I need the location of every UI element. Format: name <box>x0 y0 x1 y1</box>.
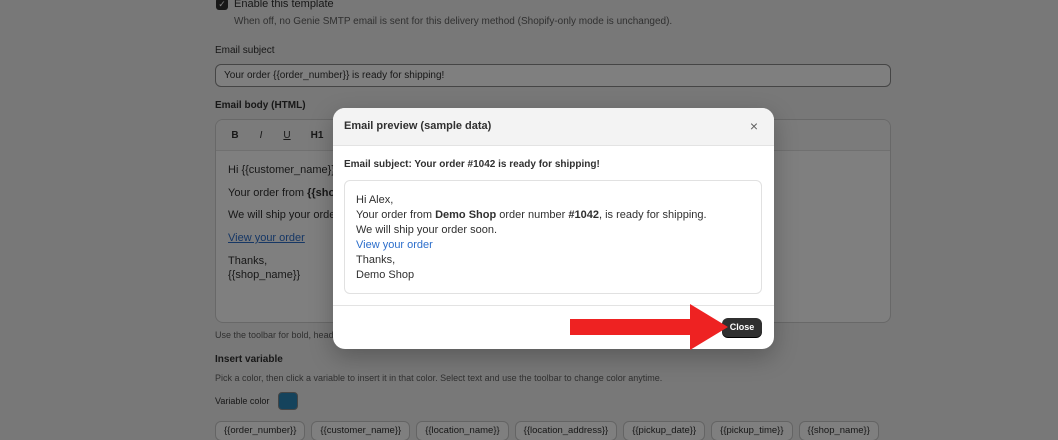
modal-header: Email preview (sample data) × <box>333 108 774 146</box>
preview-thanks: Thanks, <box>356 254 396 266</box>
preview-greeting: Hi Alex, <box>356 194 394 206</box>
arrow-shape <box>570 304 728 350</box>
modal-title: Email preview (sample data) <box>344 120 492 132</box>
preview-view-order-link[interactable]: View your order <box>356 238 750 253</box>
red-arrow-annotation <box>570 304 728 350</box>
preview-subject: Email subject: Your order #1042 is ready… <box>344 159 600 170</box>
preview-body: Hi Alex, Your order from Demo Shop order… <box>344 180 762 294</box>
preview-shop-name: Demo Shop <box>356 269 415 281</box>
close-icon[interactable]: × <box>746 118 762 134</box>
preview-ship-line: We will ship your order soon. <box>356 224 498 236</box>
preview-order-line: Your order from Demo Shop order number #… <box>356 209 707 221</box>
